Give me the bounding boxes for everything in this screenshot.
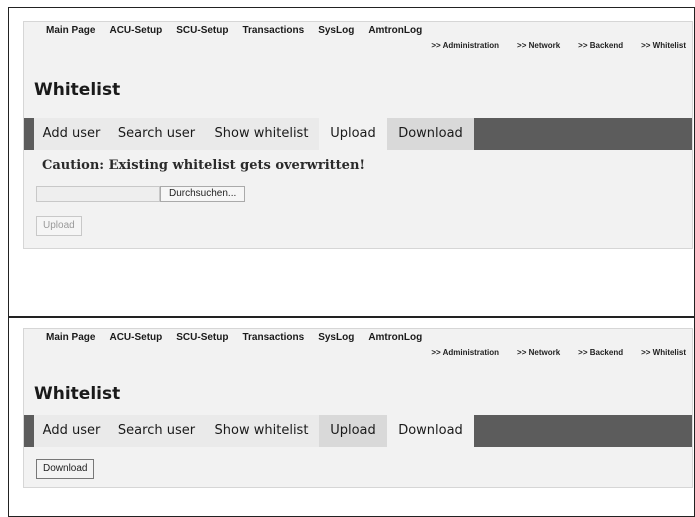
breadcrumb-whitelist[interactable]: >> Whitelist [623, 347, 686, 359]
tab-download[interactable]: Download [387, 415, 474, 447]
nav-amtronlog[interactable]: AmtronLog [361, 329, 429, 347]
nav-main-page[interactable]: Main Page [24, 329, 102, 347]
download-page-panel: Main Page ACU-Setup SCU-Setup Transactio… [23, 328, 693, 488]
breadcrumb: >> Administration >> Network >> Backend … [413, 40, 686, 52]
nav-syslog[interactable]: SysLog [311, 329, 361, 347]
nav-transactions[interactable]: Transactions [235, 22, 311, 40]
tab-bar: Add user Search user Show whitelist Uplo… [24, 415, 692, 447]
file-chooser: Durchsuchen... [36, 186, 246, 202]
page-title: Whitelist [34, 384, 121, 404]
nav-acu-setup[interactable]: ACU-Setup [102, 22, 169, 40]
tab-search-user[interactable]: Search user [109, 415, 204, 447]
browse-button[interactable]: Durchsuchen... [160, 186, 246, 202]
breadcrumb-backend[interactable]: >> Backend [560, 40, 623, 52]
tab-bar: Add user Search user Show whitelist Uplo… [24, 118, 692, 150]
nav-syslog[interactable]: SysLog [311, 22, 361, 40]
breadcrumb: >> Administration >> Network >> Backend … [413, 347, 686, 359]
tab-upload[interactable]: Upload [319, 415, 387, 447]
breadcrumb-administration[interactable]: >> Administration [413, 347, 499, 359]
nav-scu-setup[interactable]: SCU-Setup [169, 329, 235, 347]
breadcrumb-network[interactable]: >> Network [499, 347, 560, 359]
main-navigation: Main Page ACU-Setup SCU-Setup Transactio… [24, 22, 692, 40]
main-navigation: Main Page ACU-Setup SCU-Setup Transactio… [24, 329, 692, 347]
upload-screenshot-frame: Main Page ACU-Setup SCU-Setup Transactio… [8, 7, 695, 317]
tab-search-user[interactable]: Search user [109, 118, 204, 150]
tab-add-user[interactable]: Add user [34, 118, 109, 150]
download-screenshot-frame: Main Page ACU-Setup SCU-Setup Transactio… [8, 317, 695, 517]
breadcrumb-network[interactable]: >> Network [499, 40, 560, 52]
breadcrumb-administration[interactable]: >> Administration [413, 40, 499, 52]
tab-upload[interactable]: Upload [319, 118, 387, 150]
download-button[interactable]: Download [36, 459, 95, 479]
caution-message: Caution: Existing whitelist gets overwri… [42, 158, 366, 173]
tab-download[interactable]: Download [387, 118, 474, 150]
nav-scu-setup[interactable]: SCU-Setup [169, 22, 235, 40]
breadcrumb-whitelist[interactable]: >> Whitelist [623, 40, 686, 52]
upload-page-panel: Main Page ACU-Setup SCU-Setup Transactio… [23, 21, 693, 249]
breadcrumb-backend[interactable]: >> Backend [560, 347, 623, 359]
page-title: Whitelist [34, 80, 121, 100]
nav-transactions[interactable]: Transactions [235, 329, 311, 347]
tab-add-user[interactable]: Add user [34, 415, 109, 447]
nav-acu-setup[interactable]: ACU-Setup [102, 329, 169, 347]
nav-main-page[interactable]: Main Page [24, 22, 102, 40]
tab-show-whitelist[interactable]: Show whitelist [204, 415, 319, 447]
file-path-field[interactable] [36, 186, 160, 202]
nav-amtronlog[interactable]: AmtronLog [361, 22, 429, 40]
tab-show-whitelist[interactable]: Show whitelist [204, 118, 319, 150]
upload-button[interactable]: Upload [36, 216, 82, 236]
